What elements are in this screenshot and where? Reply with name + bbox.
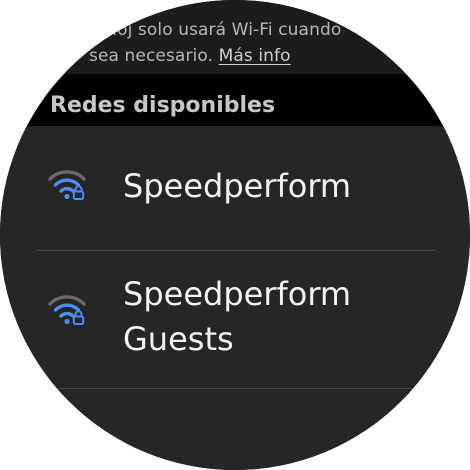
network-name: Speedperform — [123, 167, 352, 205]
divider — [36, 388, 436, 389]
network-item-speedperform[interactable]: Speedperform — [36, 126, 436, 250]
wifi-arc-outer — [48, 170, 86, 181]
network-name-line-2: Guests — [123, 320, 234, 358]
info-text-line-1: reloj solo usará Wi-Fi cuando — [95, 20, 342, 40]
network-item-speedperform-guests[interactable]: Speedperform Guests — [36, 251, 436, 388]
wifi-arc-middle — [53, 178, 81, 187]
info-text-line-2: sea necesario. Más info — [89, 46, 291, 66]
wifi-arc-outer — [48, 295, 86, 306]
wifi-dot — [64, 318, 70, 325]
available-networks-list: Speedperform Speedperform Guests — [0, 126, 470, 470]
section-title-available-networks: Redes disponibles — [50, 93, 276, 118]
lock-body — [72, 315, 85, 325]
wifi-arc-middle — [53, 303, 81, 312]
wifi-arc-inner — [59, 311, 75, 318]
wifi-arc-inner — [59, 186, 75, 193]
lock-body — [72, 190, 85, 200]
info-text-prefix: sea necesario. — [89, 46, 219, 66]
wifi-info-note: reloj solo usará Wi-Fi cuando sea necesa… — [0, 0, 470, 74]
more-info-link[interactable]: Más info — [219, 46, 291, 66]
network-name-line-1: Speedperform — [123, 275, 352, 313]
watch-screen: reloj solo usará Wi-Fi cuando sea necesa… — [0, 0, 470, 470]
wifi-dot — [64, 193, 70, 200]
wifi-locked-icon — [48, 170, 86, 200]
wifi-locked-icon — [48, 295, 86, 325]
